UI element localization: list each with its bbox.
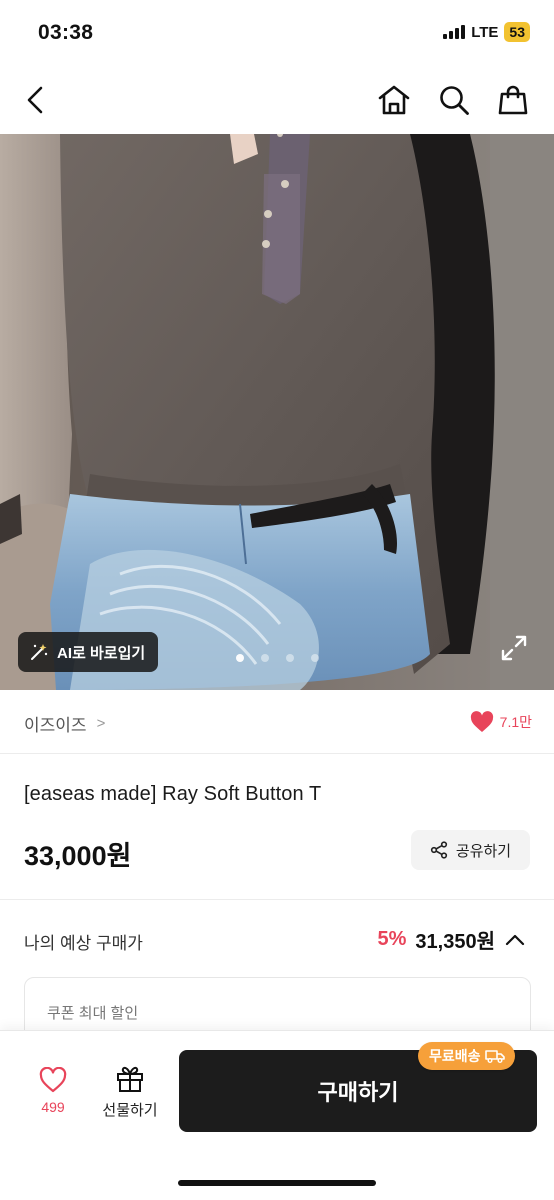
heart-outline-icon: [39, 1067, 67, 1093]
magic-wand-icon: [31, 644, 48, 660]
top-nav-bar: [0, 68, 554, 134]
share-icon: [430, 841, 447, 859]
brand-row: 이즈이즈 > 7.1만: [0, 690, 554, 754]
expected-price-label: 나의 예상 구매가: [24, 934, 143, 953]
back-button[interactable]: [16, 80, 56, 120]
wishlist-count: 499: [41, 1099, 65, 1115]
home-indicator: [178, 1180, 376, 1186]
truck-icon: [484, 1050, 505, 1063]
cart-button[interactable]: [493, 80, 533, 120]
chevron-right-icon: >: [96, 715, 106, 732]
brand-like-button[interactable]: 7.1만: [470, 711, 532, 733]
ai-try-on-button[interactable]: AI로 바로입기: [18, 632, 159, 672]
bottom-purchase-bar: 499 선물하기 구매하기 무료배송: [0, 1030, 554, 1200]
carousel-dot[interactable]: [236, 654, 244, 662]
fullscreen-icon[interactable]: [498, 632, 530, 664]
ai-try-on-label: AI로 바로입기: [57, 644, 146, 662]
gift-label: 선물하기: [102, 1102, 158, 1119]
signal-icon: [443, 25, 466, 39]
home-button[interactable]: [374, 80, 414, 120]
coupon-label: 쿠폰 최대 할인: [47, 1005, 139, 1022]
home-icon: [378, 85, 410, 115]
discount-rate: 5%: [377, 928, 407, 950]
search-button[interactable]: [434, 80, 474, 120]
brand-like-count: 7.1만: [499, 714, 532, 730]
back-icon: [27, 86, 43, 114]
share-button[interactable]: 공유하기: [411, 830, 530, 870]
carousel-indicator: [236, 654, 319, 662]
free-shipping-badge: 무료배송: [418, 1042, 515, 1070]
product-image-carousel[interactable]: AI로 바로입기: [0, 134, 554, 690]
gift-icon: [117, 1066, 143, 1092]
search-icon: [440, 86, 469, 115]
section-divider: [0, 899, 554, 900]
expected-price-toggle[interactable]: 5% 31,350원: [378, 925, 526, 954]
shopping-bag-icon: [498, 85, 528, 115]
brand-link[interactable]: 이즈이즈 >: [24, 711, 105, 736]
carousel-dot[interactable]: [311, 654, 319, 662]
status-indicators: LTE 53: [443, 22, 530, 42]
expected-price: 31,350원: [415, 931, 495, 953]
gift-button[interactable]: 선물하기: [97, 1065, 163, 1120]
brand-name: 이즈이즈: [24, 716, 87, 735]
carousel-dot[interactable]: [286, 654, 294, 662]
heart-filled-icon: [470, 711, 493, 732]
status-bar: 03:38 LTE 53: [0, 0, 554, 68]
battery-level: 53: [504, 22, 530, 42]
network-type: LTE: [471, 23, 499, 41]
share-label: 공유하기: [455, 842, 512, 860]
wishlist-button[interactable]: 499: [26, 1067, 80, 1115]
status-time: 03:38: [38, 21, 94, 44]
chevron-up-icon: [505, 934, 525, 945]
product-photo: [0, 134, 554, 690]
free-shipping-label: 무료배송: [429, 1048, 481, 1064]
product-title: [easeas made] Ray Soft Button T: [24, 783, 322, 805]
product-price: 33,000원: [24, 841, 132, 871]
carousel-dot[interactable]: [261, 654, 269, 662]
